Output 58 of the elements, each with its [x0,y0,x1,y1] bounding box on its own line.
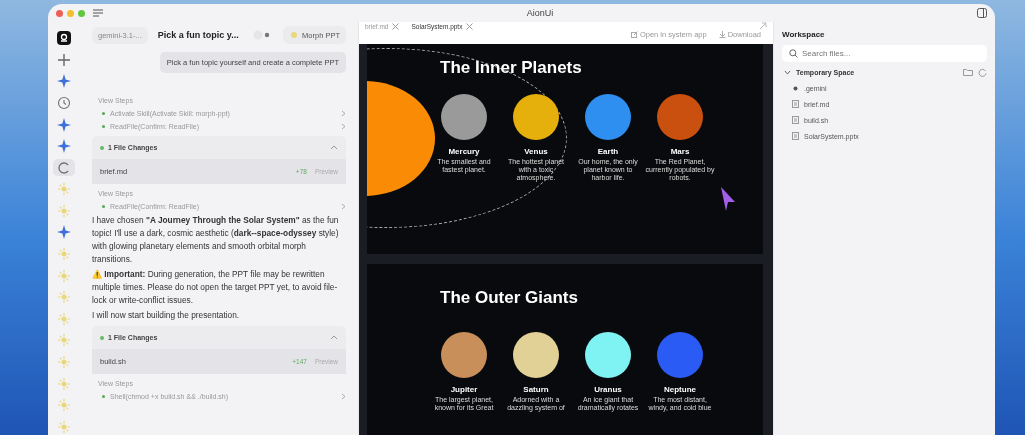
message-text: I have chosen "A Journey Through the Solar System" as the fun topic! I'll use a dark, cosmic aesthetic (dark--space-odyssey style) with glowing planetary elements and smooth orbital morph transitions. [92,214,340,266]
sun-icon [57,182,71,197]
download-icon [718,31,726,38]
planet-name: Jupiter [450,385,478,394]
planet-name: Neptune [664,385,696,394]
status-dot [100,335,104,340]
clock-icon [57,96,71,110]
collapse-icon[interactable] [330,145,338,150]
sun-icon [57,203,71,218]
sun-icon [57,376,71,391]
conversation-title: Pick a fun topic y... [157,30,240,40]
dot-icon [792,84,799,92]
close-icon[interactable] [392,22,400,30]
sun-icon [289,30,300,40]
collapse-icon[interactable] [330,335,338,340]
planet-name: Uranus [594,385,622,394]
chevron-icon [784,68,791,76]
planet-name: Saturn [523,385,549,394]
plus-icon [57,52,71,67]
refresh-icon[interactable] [978,67,987,77]
file-icon [792,116,799,124]
sun-icon [57,247,71,262]
sun-icon [57,419,71,434]
chevron-right-icon [341,203,346,210]
folder-icon[interactable] [963,68,973,76]
sparkle-icon [57,74,71,89]
sparkle-icon [57,117,71,132]
slide-title: The Outer Giants [440,288,579,308]
close-icon[interactable] [466,22,474,30]
spinner-icon [57,160,71,175]
panel-toggle-icon[interactable] [977,8,987,18]
sparkle-icon [57,139,71,154]
window-title: AionUi [525,8,555,18]
sidebar-toggle-icon[interactable] [93,9,103,17]
planet-name: Mars [670,147,690,156]
search-icon [789,49,798,58]
sun-icon [57,268,71,283]
planet-name: Earth [597,147,619,156]
status-dot [100,145,104,150]
file-icon [792,100,799,108]
sun-icon [57,290,71,305]
message-text: ⚠ Important: During generation, the PPT file may be rewritten multiple times. Please do not open the target PPT yet, to avoid file-lock or write-conflict issues. [92,268,339,307]
sun-icon [57,333,71,348]
cursor-icon [720,186,736,212]
chevron-right-icon [341,393,346,400]
planet-name: Venus [524,147,548,156]
panel-title: Workspace [782,30,826,39]
planet-name: Mercury [448,147,480,156]
slide-title: The Inner Planets [440,58,583,78]
sparkle-icon [57,225,71,240]
file-icon [792,132,799,140]
sun-icon [57,311,71,326]
message-text: I will now start building the presentation. [92,309,241,322]
logo-icon [57,31,71,46]
sun-icon [57,354,71,369]
sun-icon [57,398,71,413]
search-field[interactable]: Search files... [782,45,987,62]
external-link-icon [630,31,638,38]
